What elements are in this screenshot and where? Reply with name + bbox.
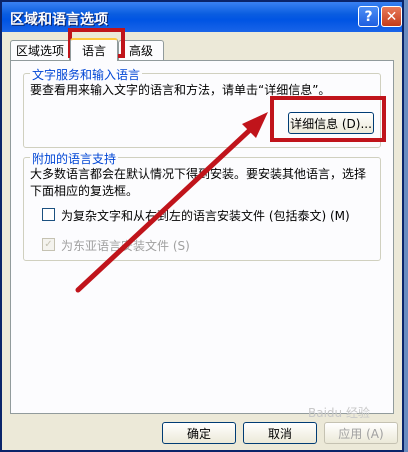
- red-arrow-icon: [75, 112, 268, 293]
- watermark: Baidu 经验: [308, 406, 370, 420]
- tab-label: 语言: [81, 44, 106, 58]
- tab-languages[interactable]: 语言: [70, 38, 118, 61]
